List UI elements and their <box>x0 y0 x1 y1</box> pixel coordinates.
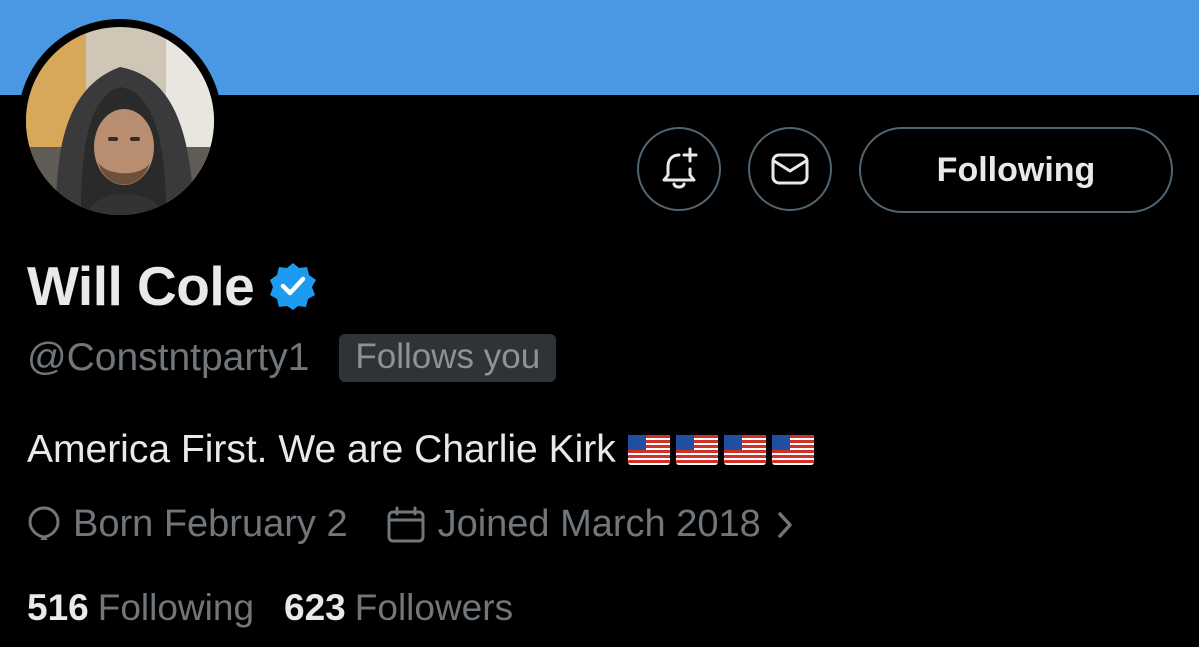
profile-meta: Born February 2 Joined March 2018 <box>27 503 793 546</box>
avatar-image <box>26 27 214 215</box>
follow-stats: 516 Following 623 Followers <box>27 587 513 629</box>
bio-emoji <box>627 435 814 465</box>
balloon-icon <box>28 505 60 540</box>
display-name: Will Cole <box>27 255 255 317</box>
avatar[interactable] <box>26 27 214 215</box>
following-button-label: Following <box>936 150 1096 189</box>
followers-label: Followers <box>354 587 514 628</box>
bio: America First. We are Charlie Kirk <box>27 428 814 472</box>
followers-stat[interactable]: 623 Followers <box>284 587 513 629</box>
following-stat[interactable]: 516 Following <box>27 587 254 629</box>
handle-row: @Constntparty1 Follows you <box>27 334 557 382</box>
name-row: Will Cole <box>27 254 318 318</box>
user-handle: @Constntparty1 <box>27 336 310 379</box>
bio-text: America First. We are Charlie Kirk <box>27 428 616 471</box>
follows-you-badge: Follows you <box>339 334 557 382</box>
chevron-right-icon[interactable] <box>777 511 793 539</box>
followers-count: 623 <box>284 587 346 628</box>
bell-plus-icon <box>662 147 698 189</box>
notify-button[interactable] <box>637 127 721 211</box>
verified-badge-icon[interactable] <box>268 261 318 311</box>
joined-item[interactable]: Joined March 2018 <box>386 503 793 546</box>
message-button[interactable] <box>748 127 832 211</box>
birthday-item: Born February 2 <box>27 503 348 546</box>
us-flag-emoji <box>723 435 766 465</box>
us-flag-emoji <box>675 435 718 465</box>
joined-text: Joined March 2018 <box>437 503 761 545</box>
following-label: Following <box>97 587 255 628</box>
avatar-ring <box>18 19 222 223</box>
following-button[interactable]: Following <box>859 127 1173 213</box>
us-flag-emoji <box>627 435 670 465</box>
calendar-icon <box>387 506 425 542</box>
birthday-text: Born February 2 <box>73 503 348 545</box>
following-count: 516 <box>27 587 89 628</box>
envelope-icon <box>771 153 809 185</box>
us-flag-emoji <box>771 435 814 465</box>
